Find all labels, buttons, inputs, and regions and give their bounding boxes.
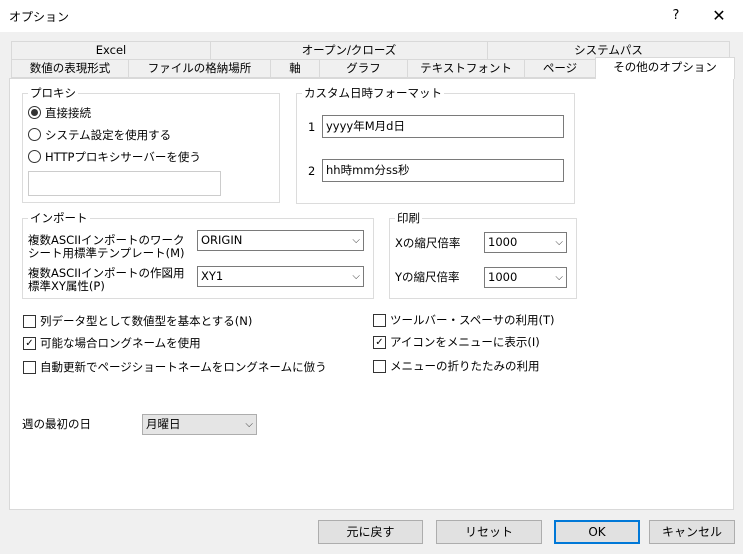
import-template-value: ORIGIN — [201, 233, 243, 247]
menu-icons-label[interactable]: アイコンをメニューに表示(I) — [390, 335, 540, 349]
import-xy-select[interactable]: XY1 ⌵ — [197, 266, 364, 287]
proxy-server-input[interactable] — [28, 171, 221, 196]
numeric-default-label[interactable]: 列データ型として数値型を基本とする(N) — [40, 314, 252, 328]
tab-page[interactable]: ページ — [524, 59, 596, 78]
window-title: オプション — [9, 10, 70, 24]
chevron-down-icon: ⌵ — [555, 272, 563, 283]
toolbar-spacer-label[interactable]: ツールバー・スペーサの利用(T) — [390, 313, 554, 327]
reset-button[interactable]: リセット — [436, 520, 542, 544]
proxy-direct-label[interactable]: 直接接続 — [45, 106, 91, 120]
week-start-value: 月曜日 — [146, 417, 181, 431]
help-icon[interactable]: ? — [664, 4, 688, 28]
close-icon[interactable]: ✕ — [704, 4, 734, 28]
datetime-num-1: 1 — [308, 120, 316, 134]
import-template-select[interactable]: ORIGIN ⌵ — [197, 230, 364, 251]
chevron-down-icon: ⌵ — [352, 235, 360, 246]
week-start-label: 週の最初の日 — [22, 417, 91, 431]
print-x-scale-select[interactable]: 1000 ⌵ — [484, 232, 567, 253]
chevron-down-icon: ⌵ — [245, 419, 253, 430]
use-longname-label[interactable]: 可能な場合ロングネームを使用 — [40, 336, 201, 350]
datetime-group — [296, 93, 575, 204]
datetime-num-2: 2 — [308, 164, 316, 178]
revert-button[interactable]: 元に戻す — [318, 520, 423, 544]
chevron-down-icon: ⌵ — [352, 271, 360, 282]
week-start-select[interactable]: 月曜日 ⌵ — [142, 414, 257, 435]
proxy-system-label[interactable]: システム設定を使用する — [45, 128, 171, 142]
menu-icons-checkbox[interactable]: ✓ — [373, 336, 386, 349]
tab-text-font[interactable]: テキストフォント — [407, 59, 525, 78]
use-longname-checkbox[interactable]: ✓ — [23, 337, 36, 350]
import-template-label-1: 複数ASCIIインポートのワーク — [28, 233, 185, 247]
title-bar — [0, 0, 743, 32]
datetime-legend: カスタム日時フォーマット — [302, 86, 444, 100]
import-xy-label-2: 標準XY属性(P) — [28, 279, 105, 293]
proxy-direct-radio[interactable] — [28, 106, 41, 119]
datetime-format-1-input[interactable]: yyyy年M月d日 — [322, 115, 564, 138]
datetime-format-2-input[interactable]: hh時mm分ss秒 — [322, 159, 564, 182]
menu-collapse-label[interactable]: メニューの折りたたみの利用 — [390, 359, 540, 373]
menu-collapse-checkbox[interactable] — [373, 360, 386, 373]
tab-excel[interactable]: Excel — [11, 41, 211, 60]
tab-file-location[interactable]: ファイルの格納場所 — [128, 59, 271, 78]
tab-graph[interactable]: グラフ — [319, 59, 408, 78]
cancel-button[interactable]: キャンセル — [649, 520, 735, 544]
print-y-value: 1000 — [488, 270, 518, 284]
print-x-label: Xの縮尺倍率 — [395, 236, 461, 250]
tab-axis[interactable]: 軸 — [270, 59, 320, 78]
proxy-system-radio[interactable] — [28, 128, 41, 141]
chevron-down-icon: ⌵ — [555, 237, 563, 248]
toolbar-spacer-checkbox[interactable] — [373, 314, 386, 327]
proxy-legend: プロキシ — [28, 86, 78, 100]
proxy-http-radio[interactable] — [28, 150, 41, 163]
import-legend: インポート — [28, 211, 90, 225]
auto-update-shortname-label[interactable]: 自動更新でページショートネームをロングネームに倣う — [40, 360, 327, 374]
auto-update-shortname-checkbox[interactable] — [23, 361, 36, 374]
tab-other-options[interactable]: その他のオプション — [595, 57, 735, 79]
print-y-label: Yの縮尺倍率 — [395, 270, 460, 284]
import-xy-value: XY1 — [201, 269, 224, 283]
import-xy-label-1: 複数ASCIIインポートの作図用 — [28, 266, 185, 280]
import-template-label-2: シート用標準テンプレート(M) — [28, 246, 185, 260]
print-legend: 印刷 — [395, 211, 422, 225]
tab-number-format[interactable]: 数値の表現形式 — [11, 59, 129, 78]
ok-button[interactable]: OK — [554, 520, 640, 544]
print-x-value: 1000 — [488, 235, 518, 249]
tab-open-close[interactable]: オープン/クローズ — [210, 41, 488, 60]
proxy-http-label[interactable]: HTTPプロキシサーバーを使う — [45, 150, 201, 164]
numeric-default-checkbox[interactable] — [23, 315, 36, 328]
print-y-scale-select[interactable]: 1000 ⌵ — [484, 267, 567, 288]
